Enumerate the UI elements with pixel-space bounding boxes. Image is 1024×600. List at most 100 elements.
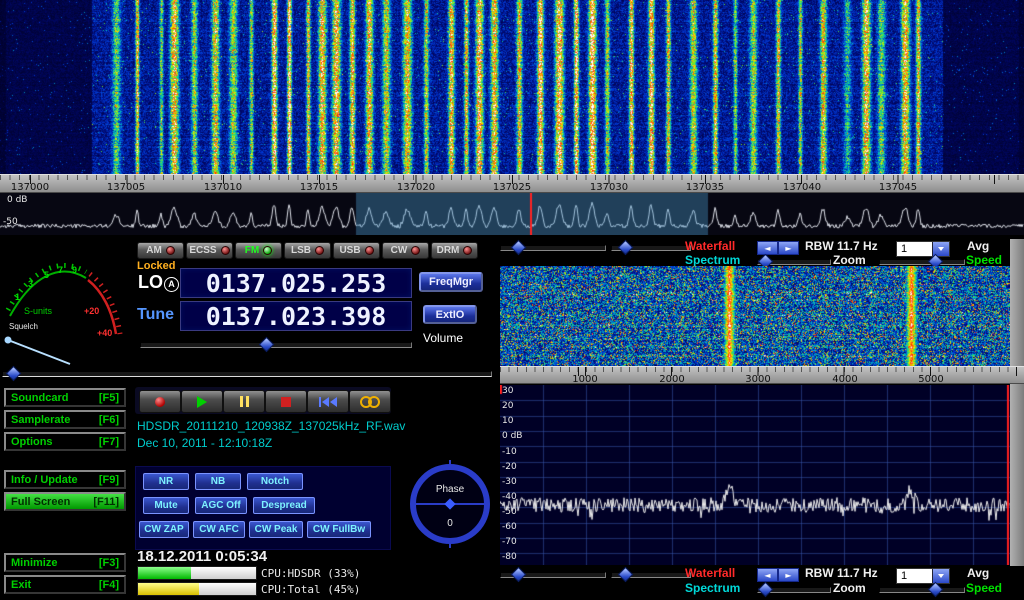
- phase-dial[interactable]: Phase 0: [406, 460, 494, 548]
- db-label: 30: [502, 386, 513, 396]
- mode-button-fm[interactable]: FM: [235, 242, 282, 259]
- nr-button[interactable]: NR: [143, 473, 189, 490]
- rf-frequency-scale[interactable]: 137000 137005 137010 137015 137020 13702…: [0, 174, 1024, 193]
- menu-button-exit[interactable]: Exit[F4]: [4, 575, 126, 594]
- loop-button[interactable]: [349, 390, 391, 413]
- stop-button[interactable]: [265, 390, 307, 413]
- cpu-total-text: CPU:Total (45%): [261, 583, 360, 596]
- cpu-hdsdr-fill: [138, 567, 191, 579]
- menu-button-minimize[interactable]: Minimize[F3]: [4, 553, 126, 572]
- audio-waterfall[interactable]: [500, 266, 1010, 366]
- shift-right-button[interactable]: ►: [778, 568, 799, 582]
- avg-label-top: Avg: [967, 239, 989, 253]
- s-meter: 1 3 5 7 9 +20 +40 S-units Squelch: [2, 252, 130, 368]
- db-label: -10: [502, 447, 517, 457]
- recording-filename: HDSDR_20111210_120938Z_137025kHz_RF.wav: [137, 419, 405, 433]
- mode-label: ECSS: [189, 245, 216, 256]
- menu-fkey: [F5]: [99, 392, 119, 404]
- slider-thumb[interactable]: [511, 240, 527, 256]
- extio-button[interactable]: ExtIO: [423, 305, 477, 324]
- spectrum-mode-label-top[interactable]: Spectrum: [685, 253, 740, 267]
- avg-count-select-bottom[interactable]: 1: [896, 568, 950, 584]
- main-spectrum[interactable]: [0, 193, 1024, 235]
- menu-label: Samplerate: [11, 414, 70, 426]
- slider-thumb[interactable]: [928, 582, 944, 598]
- menu-button-samplerate[interactable]: Samplerate[F6]: [4, 410, 126, 429]
- notch-button[interactable]: Notch: [247, 473, 303, 490]
- squelch-slider-thumb[interactable]: [6, 366, 22, 382]
- right-border-strip: [1010, 239, 1024, 566]
- spectrum-mode-label-bottom[interactable]: Spectrum: [685, 581, 740, 595]
- zoom-slider-bottom[interactable]: [757, 587, 831, 593]
- menu-label: Info / Update: [11, 474, 78, 486]
- volume-slider-thumb[interactable]: [259, 337, 275, 353]
- menu-label: Minimize: [11, 557, 57, 569]
- audio-spectrum[interactable]: [500, 385, 1010, 565]
- cw-afc-button[interactable]: CW AFC: [193, 521, 245, 538]
- smeter-squelch-label: Squelch: [9, 322, 38, 331]
- smeter-tick-label-red: +20: [84, 306, 99, 316]
- tune-frequency-display[interactable]: 0137.023.398: [180, 301, 412, 331]
- waterfall-mode-label-top[interactable]: Waterfall: [685, 239, 735, 253]
- scale-label: 137025: [493, 182, 531, 193]
- shift-left-button[interactable]: ◄: [757, 241, 778, 255]
- cw-peak-button[interactable]: CW Peak: [249, 521, 303, 538]
- slider-thumb[interactable]: [758, 582, 774, 598]
- speed-slider-top[interactable]: [879, 259, 965, 265]
- cw-zap-button[interactable]: CW ZAP: [139, 521, 189, 538]
- mode-button-lsb[interactable]: LSB: [284, 242, 331, 259]
- waterfall-contrast-slider[interactable]: [611, 245, 691, 251]
- rewind-button[interactable]: [307, 390, 349, 413]
- squelch-slider[interactable]: [2, 371, 492, 377]
- menu-button-info-update[interactable]: Info / Update[F9]: [4, 470, 126, 489]
- scale-label: 137030: [590, 182, 628, 193]
- scale-label: 137020: [397, 182, 435, 193]
- main-waterfall[interactable]: [0, 0, 1024, 174]
- waterfall-brightness-slider-bottom[interactable]: [500, 572, 606, 578]
- speed-slider-bottom[interactable]: [879, 587, 965, 593]
- mode-button-cw[interactable]: CW: [382, 242, 429, 259]
- pause-button[interactable]: [223, 390, 265, 413]
- waterfall-contrast-slider-bottom[interactable]: [611, 572, 691, 578]
- rbw-label-bottom: RBW 11.7 Hz: [805, 566, 878, 580]
- audio-frequency-scale[interactable]: 1000 2000 3000 4000 5000: [500, 366, 1024, 384]
- menu-button-soundcard[interactable]: Soundcard[F5]: [4, 388, 126, 407]
- spectrum-db-top-label: 0 dB: [7, 195, 27, 205]
- menu-button-options[interactable]: Options[F7]: [4, 432, 126, 451]
- mode-led-icon: [263, 246, 272, 255]
- volume-slider[interactable]: [140, 342, 412, 348]
- audio-db-scale: 30 20 10 0 dB -10 -20 -30 -40 -50 -60 -7…: [502, 385, 542, 565]
- mode-button-ecss[interactable]: ECSS: [186, 242, 233, 259]
- scale-label: 137045: [879, 182, 917, 193]
- waterfall-mode-label-bottom[interactable]: Waterfall: [685, 566, 735, 580]
- mode-button-drm[interactable]: DRM: [431, 242, 478, 259]
- slider-thumb[interactable]: [511, 567, 527, 583]
- mode-button-usb[interactable]: USB: [333, 242, 380, 259]
- record-button[interactable]: [139, 390, 181, 413]
- db-label: -30: [502, 477, 517, 487]
- shift-right-button[interactable]: ►: [778, 241, 799, 255]
- lo-frequency-display[interactable]: 0137.025.253: [180, 268, 412, 298]
- scale-label: 2000: [659, 374, 684, 385]
- slider-thumb[interactable]: [618, 240, 634, 256]
- rewind-icon: [319, 397, 337, 407]
- shift-left-button[interactable]: ◄: [757, 568, 778, 582]
- lo-a-badge[interactable]: A: [164, 277, 179, 292]
- scale-label: 5000: [918, 374, 943, 385]
- nb-button[interactable]: NB: [195, 473, 241, 490]
- mode-button-am[interactable]: AM: [137, 242, 184, 259]
- slider-thumb[interactable]: [618, 567, 634, 583]
- mode-led-icon: [365, 246, 374, 255]
- mute-button[interactable]: Mute: [143, 497, 189, 514]
- cpu-total-fill: [138, 583, 199, 595]
- zoom-slider-top[interactable]: [757, 259, 831, 265]
- waterfall-brightness-slider[interactable]: [500, 245, 606, 251]
- play-button[interactable]: [181, 390, 223, 413]
- cw-fullbw-button[interactable]: CW FullBw: [307, 521, 371, 538]
- freqmgr-button[interactable]: FreqMgr: [419, 272, 483, 292]
- menu-fkey: [F4]: [99, 579, 119, 591]
- avg-count-select-top[interactable]: 1: [896, 241, 950, 257]
- agc-button[interactable]: AGC Off: [195, 497, 247, 514]
- menu-button-fullscreen[interactable]: Full Screen[F11]: [4, 492, 126, 511]
- despread-button[interactable]: Despread: [253, 497, 315, 514]
